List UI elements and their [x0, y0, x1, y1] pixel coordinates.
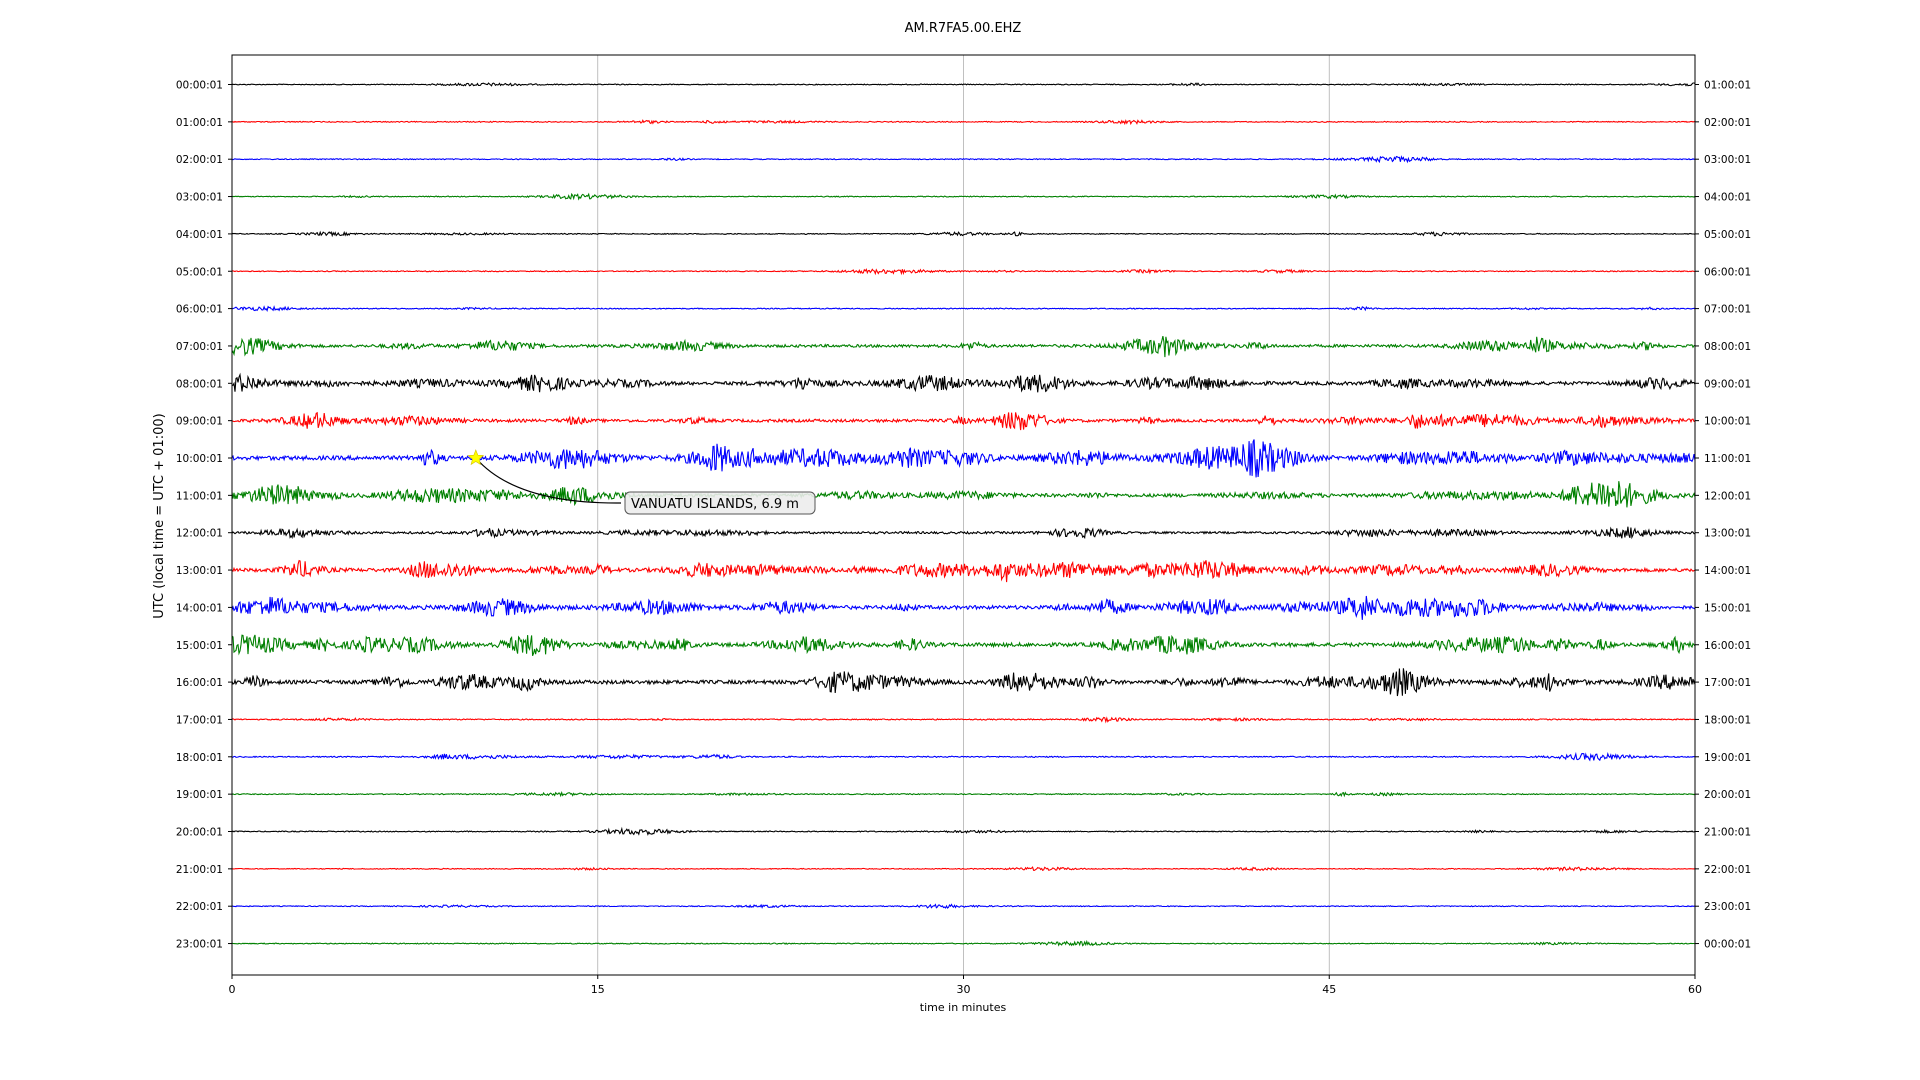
y-tick-label-right: 12:00:01 [1704, 490, 1751, 502]
y-tick-label-left: 03:00:01 [176, 192, 223, 204]
y-tick-label-left: 19:00:01 [176, 789, 223, 801]
event-label: VANUATU ISLANDS, 6.9 m [631, 497, 799, 512]
y-tick-label-left: 12:00:01 [176, 528, 223, 540]
y-tick-label-left: 15:00:01 [176, 640, 223, 652]
x-axis-label: time in minutes [920, 1001, 1007, 1014]
chart-title: AM.R7FA5.00.EHZ [905, 21, 1022, 36]
y-tick-label-right: 17:00:01 [1704, 677, 1751, 689]
y-tick-label-right: 08:00:01 [1704, 341, 1751, 353]
seismogram-plot: AM.R7FA5.00.EHZ UTC (local time = UTC + … [152, 21, 1751, 1014]
y-tick-label-right: 15:00:01 [1704, 602, 1751, 614]
y-tick-label-left: 00:00:01 [176, 80, 223, 92]
y-tick-label-right: 22:00:01 [1704, 864, 1751, 876]
y-tick-label-right: 10:00:01 [1704, 416, 1751, 428]
y-tick-label-left: 10:00:01 [176, 453, 223, 465]
x-tick-label: 0 [229, 983, 236, 996]
y-tick-label-left: 02:00:01 [176, 154, 223, 166]
y-tick-label-left: 20:00:01 [176, 827, 223, 839]
y-tick-label-right: 19:00:01 [1704, 752, 1751, 764]
y-tick-label-left: 01:00:01 [176, 117, 223, 129]
y-tick-label-right: 01:00:01 [1704, 80, 1751, 92]
y-tick-label-left: 23:00:01 [176, 939, 223, 951]
y-tick-label-left: 08:00:01 [176, 378, 223, 390]
y-tick-label-right: 09:00:01 [1704, 378, 1751, 390]
x-tick-label: 15 [591, 983, 605, 996]
y-tick-label-left: 21:00:01 [176, 864, 223, 876]
y-tick-label-right: 06:00:01 [1704, 266, 1751, 278]
y-tick-label-right: 18:00:01 [1704, 714, 1751, 726]
y-tick-label-left: 04:00:01 [176, 229, 223, 241]
event-star-marker [467, 449, 485, 466]
y-tick-label-right: 00:00:01 [1704, 939, 1751, 951]
y-tick-label-left: 05:00:01 [176, 266, 223, 278]
y-tick-label-right: 07:00:01 [1704, 304, 1751, 316]
y-tick-label-left: 14:00:01 [176, 602, 223, 614]
y-tick-label-right: 20:00:01 [1704, 789, 1751, 801]
y-tick-label-left: 16:00:01 [176, 677, 223, 689]
y-tick-label-right: 05:00:01 [1704, 229, 1751, 241]
y-tick-label-left: 09:00:01 [176, 416, 223, 428]
y-tick-label-left: 13:00:01 [176, 565, 223, 577]
x-tick-label: 60 [1688, 983, 1702, 996]
y-tick-label-left: 11:00:01 [176, 490, 223, 502]
y-tick-label-right: 13:00:01 [1704, 528, 1751, 540]
y-axis-label: UTC (local time = UTC + 01:00) [152, 413, 167, 618]
y-tick-label-right: 21:00:01 [1704, 827, 1751, 839]
y-tick-label-right: 03:00:01 [1704, 154, 1751, 166]
y-tick-label-left: 17:00:01 [176, 714, 223, 726]
y-tick-label-left: 07:00:01 [176, 341, 223, 353]
y-tick-label-right: 16:00:01 [1704, 640, 1751, 652]
y-tick-label-right: 11:00:01 [1704, 453, 1751, 465]
y-tick-label-right: 14:00:01 [1704, 565, 1751, 577]
x-tick-label: 30 [957, 983, 971, 996]
y-tick-label-left: 06:00:01 [176, 304, 223, 316]
y-tick-label-left: 22:00:01 [176, 901, 223, 913]
y-tick-label-left: 18:00:01 [176, 752, 223, 764]
y-tick-label-right: 23:00:01 [1704, 901, 1751, 913]
grid-lines [597, 55, 1330, 975]
y-tick-label-right: 04:00:01 [1704, 192, 1751, 204]
y-tick-label-right: 02:00:01 [1704, 117, 1751, 129]
x-tick-label: 45 [1322, 983, 1336, 996]
